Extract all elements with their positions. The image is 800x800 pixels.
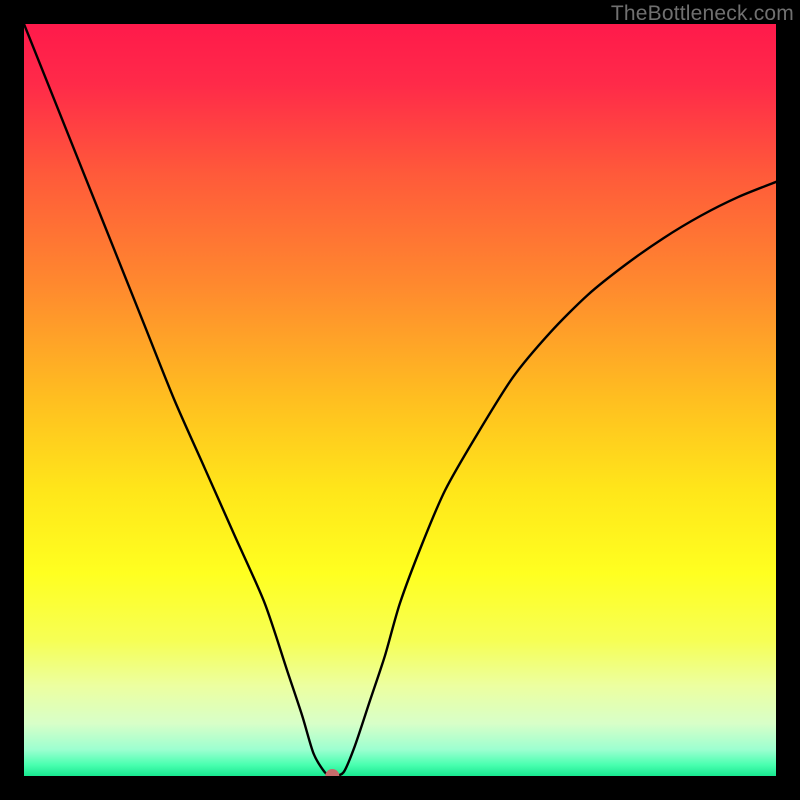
chart-frame: TheBottleneck.com (0, 0, 800, 800)
watermark-text: TheBottleneck.com (611, 2, 794, 26)
chart-svg (24, 24, 776, 776)
plot-area (24, 24, 776, 776)
gradient-background (24, 24, 776, 776)
